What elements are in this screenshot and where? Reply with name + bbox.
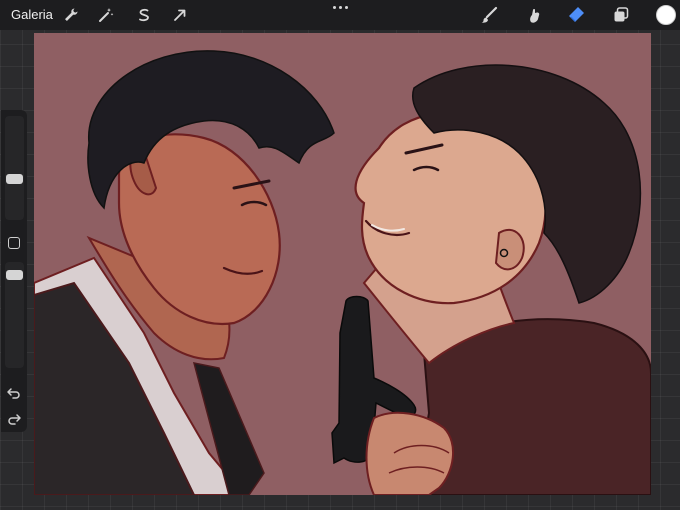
undo-icon[interactable] [6, 386, 22, 400]
drawing-canvas[interactable] [34, 33, 651, 495]
modify-button-square-icon[interactable] [8, 237, 20, 249]
opacity-thumb[interactable] [6, 270, 23, 280]
brush-icon[interactable] [478, 4, 500, 26]
opacity-slider[interactable] [5, 262, 24, 368]
artwork-illustration [34, 33, 651, 495]
selection-icon[interactable] [133, 4, 155, 26]
brush-size-slider[interactable] [5, 116, 24, 220]
transform-arrow-icon[interactable] [169, 4, 191, 26]
brush-size-thumb[interactable] [6, 174, 23, 184]
current-color-swatch[interactable] [656, 5, 676, 25]
gallery-button[interactable]: Galeria [11, 7, 53, 22]
redo-icon[interactable] [6, 412, 22, 426]
more-dots-icon[interactable] [332, 3, 350, 13]
left-sidebar [1, 110, 27, 432]
smudge-icon[interactable] [523, 4, 545, 26]
top-toolbar: Galeria [0, 0, 680, 30]
magic-wand-icon[interactable] [95, 4, 117, 26]
eraser-icon[interactable] [566, 4, 588, 26]
layers-icon[interactable] [610, 4, 632, 26]
wrench-icon[interactable] [60, 4, 82, 26]
